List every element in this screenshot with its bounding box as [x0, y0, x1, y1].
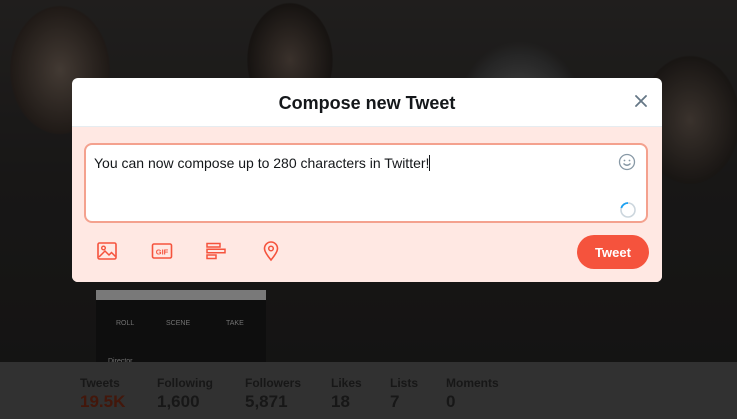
- text-caret: [429, 155, 431, 171]
- emoji-icon[interactable]: [618, 153, 636, 171]
- image-icon[interactable]: [96, 240, 118, 262]
- tweet-button[interactable]: Tweet: [577, 235, 649, 269]
- tweet-text-content[interactable]: You can now compose up to 280 characters…: [94, 155, 431, 171]
- tweet-textbox[interactable]: You can now compose up to 280 characters…: [84, 143, 648, 223]
- character-counter-icon: [619, 201, 637, 219]
- location-icon[interactable]: [260, 240, 282, 262]
- dialog-header: Compose new Tweet: [72, 78, 662, 127]
- tweet-text: You can now compose up to 280 characters…: [94, 155, 430, 171]
- gif-icon-label: GIF: [156, 248, 169, 257]
- compose-area: You can now compose up to 280 characters…: [72, 127, 662, 282]
- close-icon[interactable]: [632, 92, 650, 110]
- compose-tweet-dialog: Compose new Tweet You can now compose up…: [72, 78, 662, 282]
- gif-icon[interactable]: GIF: [151, 240, 173, 262]
- dialog-title: Compose new Tweet: [278, 93, 456, 113]
- poll-icon[interactable]: [205, 240, 227, 262]
